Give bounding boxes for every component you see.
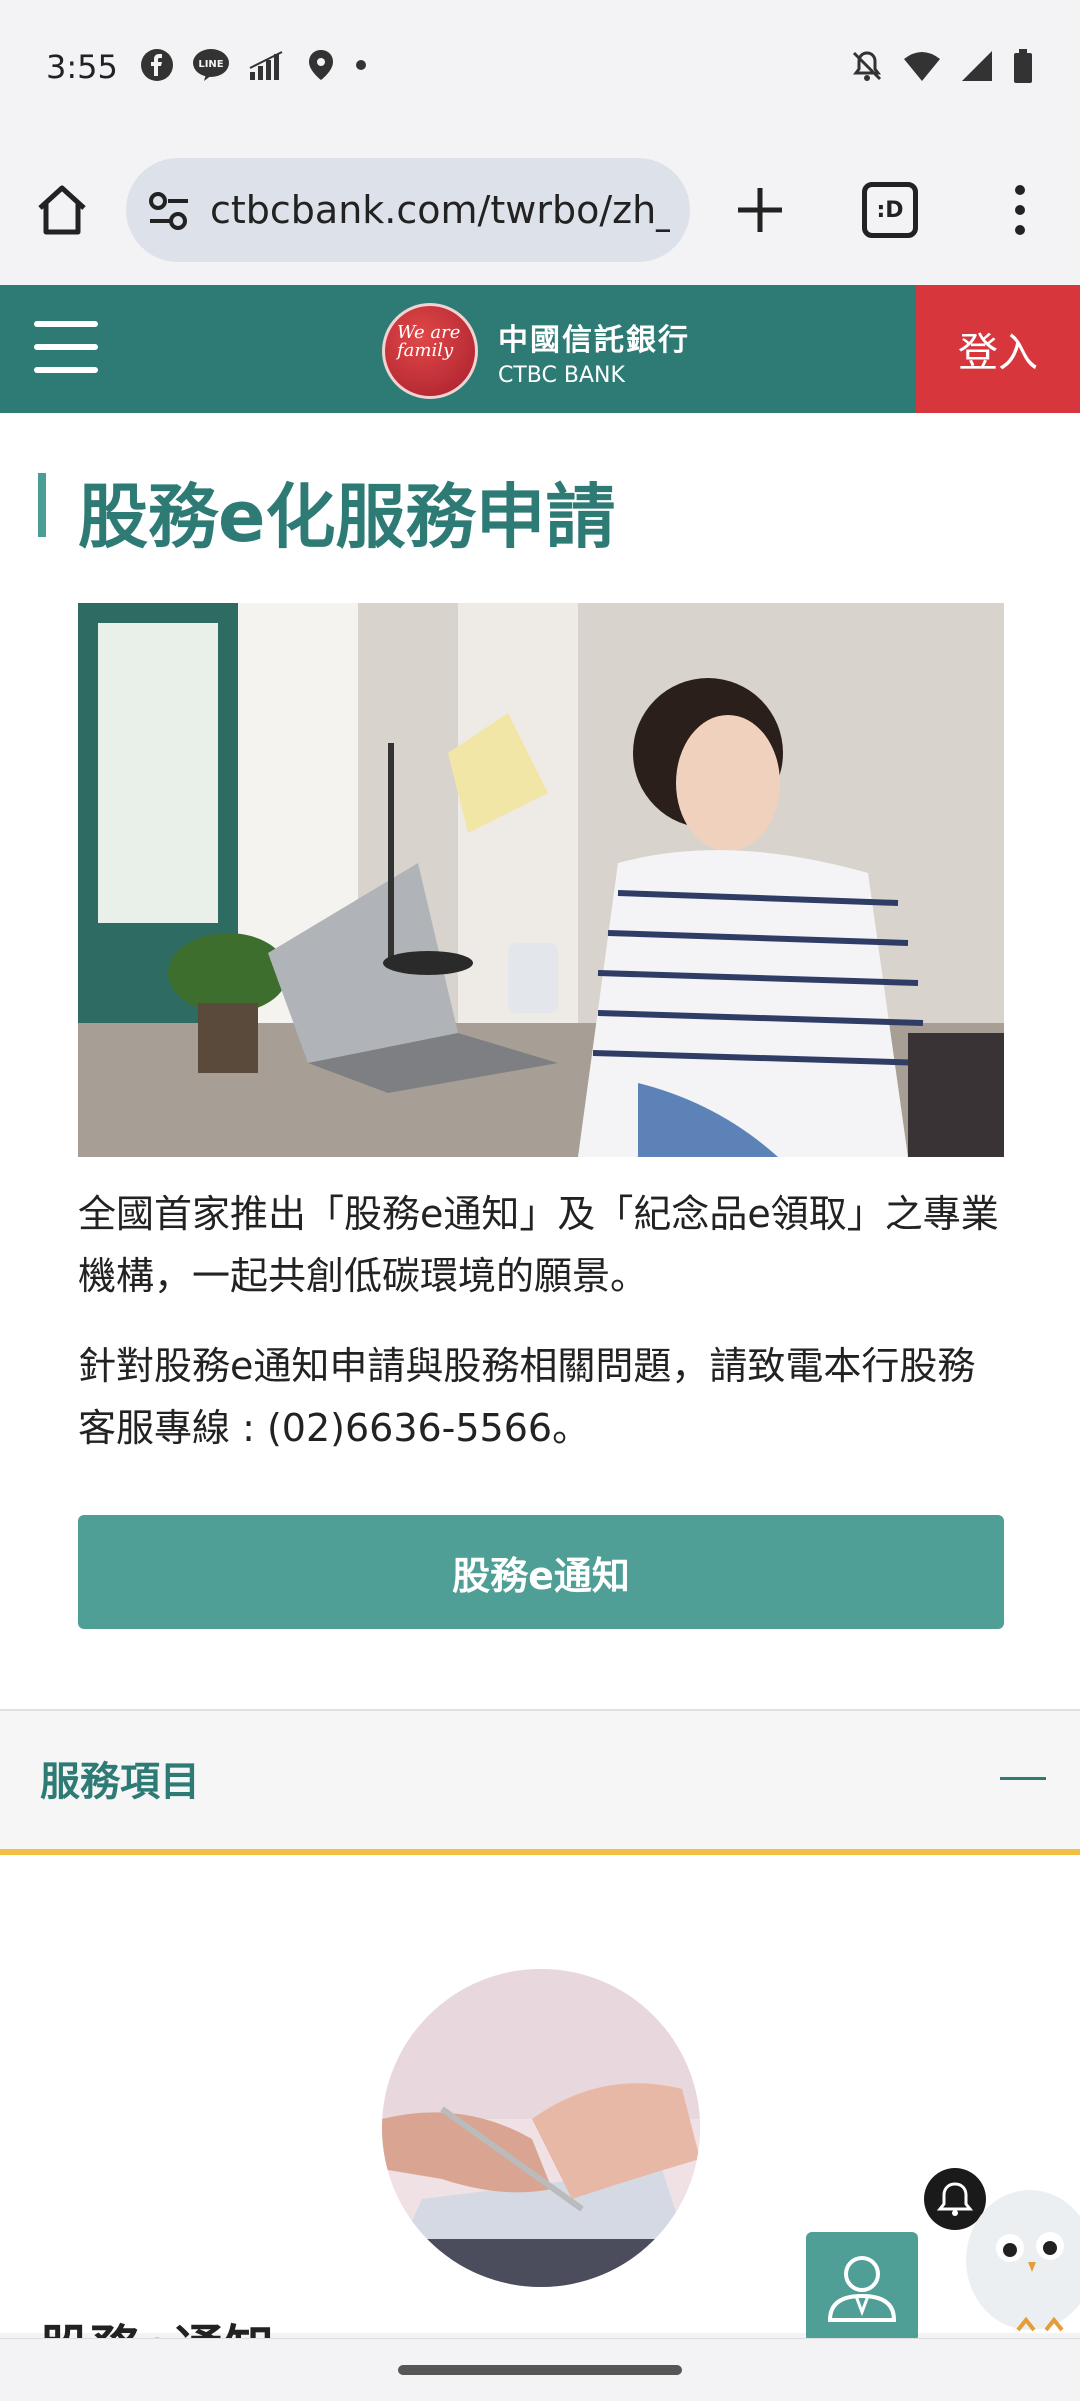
more-menu-icon[interactable] [990,180,1050,240]
battery-icon [1014,49,1032,83]
system-nav-bar [0,2338,1080,2401]
page-title: 股務e化服務申請 [78,476,616,558]
login-button[interactable]: 登入 [916,285,1080,413]
site-settings-icon[interactable] [146,188,192,234]
contact-text: 針對股務e通知申請與股務相關問題，請致電本行股務客服專線 : (02)6636-… [78,1344,976,1450]
logo-name-en: CTBC BANK [498,362,625,388]
svg-text:LINE: LINE [198,59,223,70]
gesture-handle[interactable] [398,2365,682,2375]
status-right-icons [850,48,1034,84]
new-tab-icon[interactable] [730,180,790,240]
owl-mascot[interactable] [950,2170,1080,2350]
logo-badge: We are family [382,303,478,399]
mute-icon [852,51,882,81]
tab-switcher-button[interactable]: :D [862,182,918,238]
title-accent-bar [38,473,46,537]
status-time: 3:55 [46,48,118,86]
hamburger-menu-icon[interactable] [34,321,98,377]
ctbc-logo[interactable]: We are family 中國信託銀行 CTBC BANK [382,303,690,399]
status-left-icons: LINE [140,48,368,82]
wifi-icon [904,52,940,81]
status-bar: 3:55 LINE [0,0,1080,140]
location-icon [309,50,333,80]
service-items-accordion[interactable]: 服務項目 [0,1709,1080,1855]
collapse-icon[interactable] [1000,1777,1046,1780]
customer-service-icon [827,2256,897,2322]
url-text[interactable]: ctbcbank.com/twrbo/zh_ [210,188,670,232]
browser-toolbar: ctbcbank.com/twrbo/zh_ :D [0,150,1080,270]
logo-name-zh: 中國信託銀行 [498,322,690,358]
site-header: We are family 中國信託銀行 CTBC BANK 登入 [0,285,1080,413]
home-icon[interactable] [32,180,92,240]
line-icon: LINE [193,49,229,81]
address-bar[interactable]: ctbcbank.com/twrbo/zh_ [126,158,690,262]
signal-bars-icon [249,51,283,80]
e-notice-button[interactable]: 股務e通知 [78,1515,1004,1629]
accordion-label: 服務項目 [40,1759,200,1805]
service-circle-image [382,1969,700,2287]
tab-count: :D [876,197,904,223]
facebook-icon [141,49,173,81]
main-content: 股務e化服務申請 全國首家推出「股務e通知」及「紀念品e領取」之專業機構，一起共… [0,413,1080,2378]
cell-icon [962,51,992,81]
customer-service-button[interactable] [806,2232,918,2342]
dot-icon [356,60,366,70]
hero-image [78,603,1004,1157]
intro-text: 全國首家推出「股務e通知」及「紀念品e領取」之專業機構，一起共創低碳環境的願景。 [78,1192,999,1298]
